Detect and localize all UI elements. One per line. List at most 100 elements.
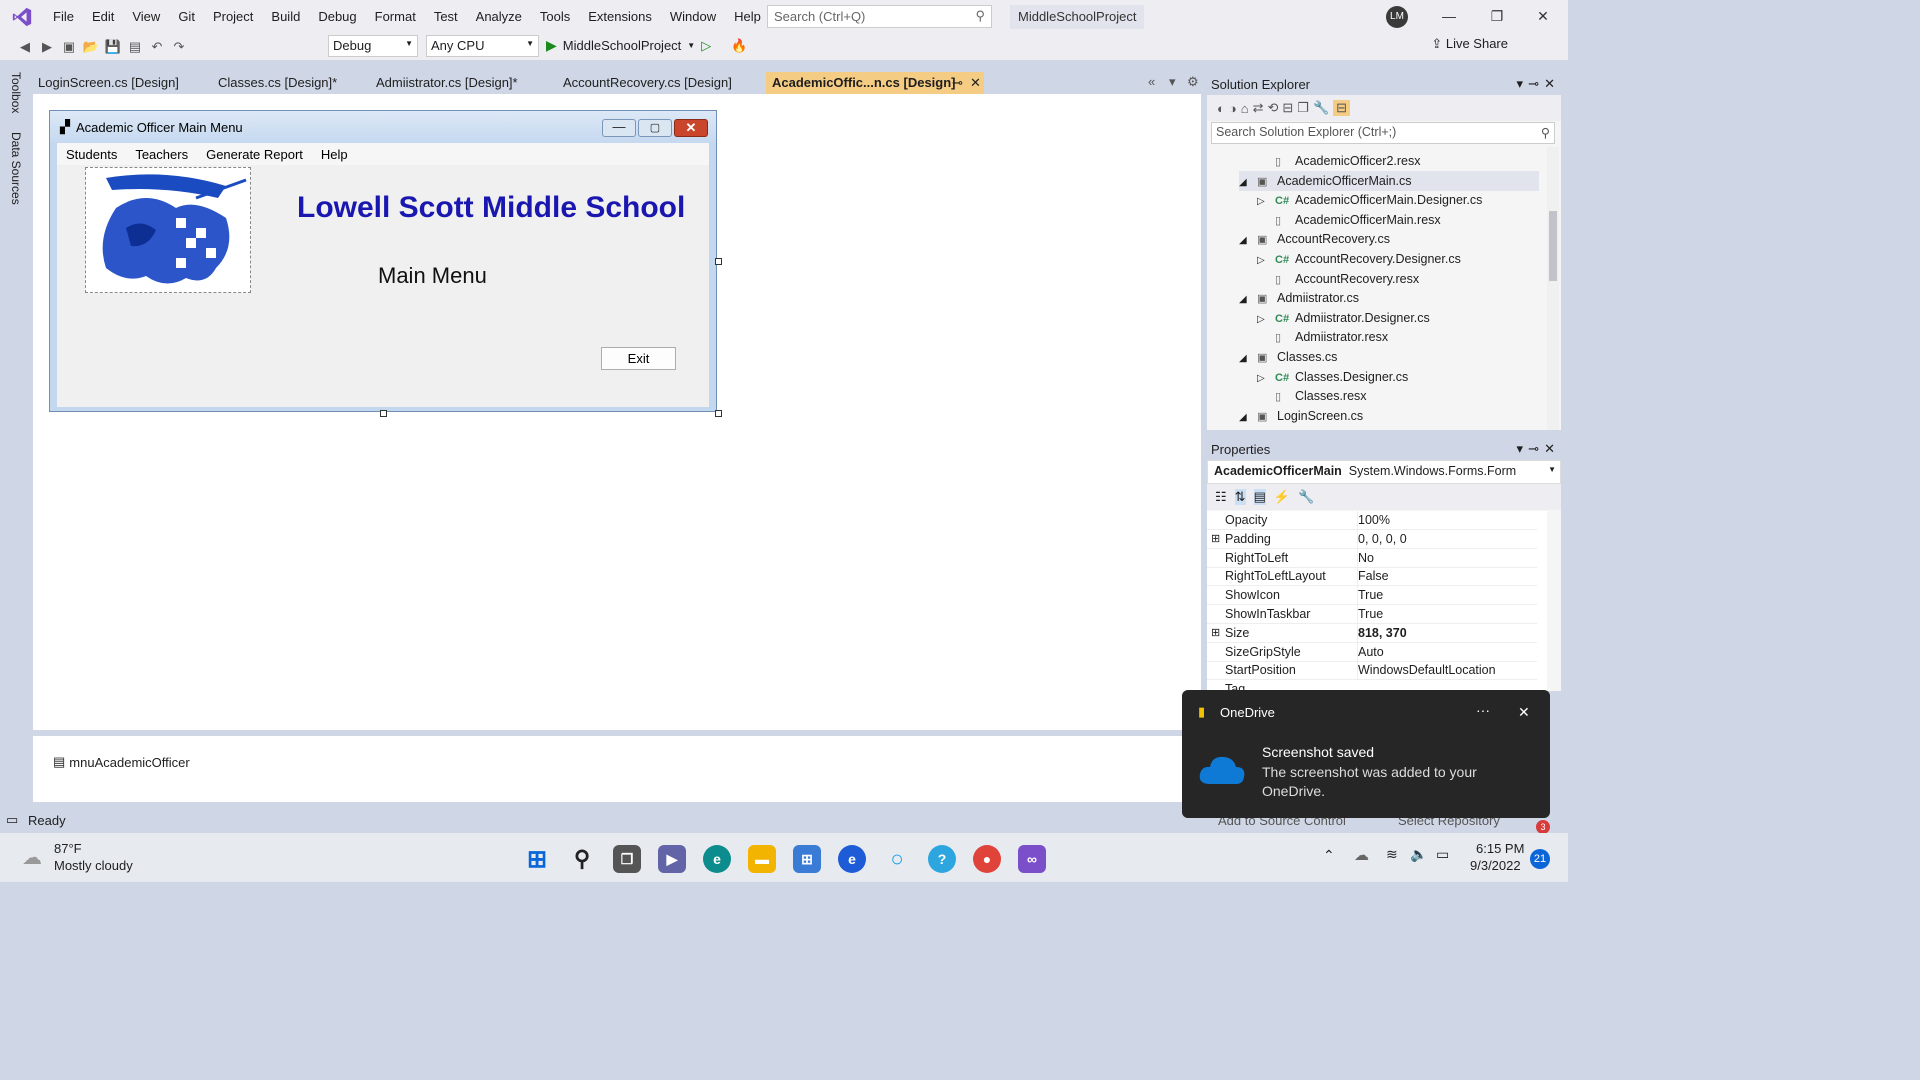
close-button[interactable]: ✕ xyxy=(1520,0,1566,33)
tree-item[interactable]: ▷ C# AccountRecovery.Designer.cs xyxy=(1257,249,1461,269)
properties-wrench-icon[interactable]: 🔧 xyxy=(1313,100,1329,116)
cortana-icon[interactable]: ○ xyxy=(883,845,911,873)
run-without-debug-icon[interactable]: ▷ xyxy=(701,38,711,54)
property-row[interactable]: ShowIcon True xyxy=(1207,586,1537,606)
save-icon[interactable]: 💾 xyxy=(102,36,124,58)
start-windows-icon[interactable]: ⊞ xyxy=(523,845,551,873)
minimize-button[interactable]: — xyxy=(1426,0,1472,33)
expanded-arrow-icon[interactable]: ◢ xyxy=(1239,349,1257,369)
clock-time[interactable]: 6:15 PM xyxy=(1476,841,1524,856)
property-row[interactable]: ⊞ Padding 0, 0, 0, 0 xyxy=(1207,529,1537,549)
clock-date[interactable]: 9/3/2022 xyxy=(1470,858,1521,873)
tab-academic-officer-main[interactable]: AcademicOffic...n.cs [Design] ⊸ ✕ xyxy=(766,72,984,94)
tray-item-menu-strip[interactable]: ▤ mnuAcademicOfficer xyxy=(53,754,190,770)
property-value[interactable]: 100% xyxy=(1357,511,1390,530)
close-toast-icon[interactable]: ✕ xyxy=(1518,704,1530,721)
property-value[interactable]: WindowsDefaultLocation xyxy=(1357,661,1496,681)
tree-item[interactable]: ◢ ▣ AcademicOfficerMain.cs xyxy=(1239,170,1539,191)
close-tab-icon[interactable]: ✕ xyxy=(970,72,981,94)
collapse-all-icon[interactable]: ⊟ xyxy=(1282,100,1293,116)
form-menu-teachers[interactable]: Teachers xyxy=(126,147,197,162)
tab-dropdown-icon[interactable]: ▾ xyxy=(1169,74,1176,90)
expand-icon[interactable]: ⊞ xyxy=(1211,530,1220,549)
tab-account-recovery[interactable]: AccountRecovery.cs [Design] xyxy=(557,72,766,94)
tree-item[interactable]: ▯ Classes.resx xyxy=(1257,386,1367,406)
maximize-button[interactable]: ❐ xyxy=(1474,0,1520,33)
tab-overflow-icon[interactable]: « xyxy=(1148,74,1155,89)
back-icon[interactable]: ◐ xyxy=(1217,101,1225,116)
weather-desc[interactable]: Mostly cloudy xyxy=(54,858,133,873)
more-options-icon[interactable]: ··· xyxy=(1476,702,1490,718)
menu-git[interactable]: Git xyxy=(169,0,204,33)
menu-format[interactable]: Format xyxy=(366,0,425,33)
property-value[interactable]: True xyxy=(1357,605,1383,624)
property-row[interactable]: SizeGripStyle Auto xyxy=(1207,642,1537,662)
menu-build[interactable]: Build xyxy=(262,0,309,33)
properties-icon[interactable]: ▤ xyxy=(1253,489,1266,505)
alphabetical-icon[interactable]: ⇅ xyxy=(1234,489,1246,505)
redo-icon[interactable]: ↷ xyxy=(168,36,190,58)
visual-studio-taskbar-icon[interactable]: ∞ xyxy=(1018,845,1046,873)
menu-analyze[interactable]: Analyze xyxy=(467,0,531,33)
tree-item[interactable]: ▷ C# Classes.Designer.cs xyxy=(1257,367,1408,387)
start-debug-button[interactable]: ▶ MiddleSchoolProject ▼ ▷ 🔥 xyxy=(546,37,747,54)
home-icon[interactable]: ⌂ xyxy=(1241,101,1249,116)
events-lightning-icon[interactable]: ⚡ xyxy=(1274,489,1290,505)
property-value[interactable]: 0, 0, 0, 0 xyxy=(1357,529,1407,549)
save-all-icon[interactable]: ▤ xyxy=(124,36,146,58)
platform-select[interactable]: Any CPU ▼ xyxy=(426,35,539,57)
menu-window[interactable]: Window xyxy=(661,0,725,33)
tree-item[interactable]: ◢ ▣ LoginScreen.cs xyxy=(1239,406,1363,426)
categorized-icon[interactable]: ☷ xyxy=(1215,489,1227,505)
avatar[interactable]: LM xyxy=(1386,6,1408,28)
menu-tools[interactable]: Tools xyxy=(531,0,579,33)
tree-item[interactable]: ▯ AccountRecovery.resx xyxy=(1257,269,1419,289)
menu-help[interactable]: Help xyxy=(725,0,770,33)
onedrive-tray-icon[interactable]: ☁ xyxy=(1354,846,1369,864)
property-row[interactable]: RightToLeft No xyxy=(1207,548,1537,568)
weather-cloud-icon[interactable]: ☁ xyxy=(22,845,42,870)
pin-icon[interactable]: ⊸ xyxy=(952,72,963,94)
tree-item[interactable]: ▷ C# Admiistrator.Designer.cs xyxy=(1257,308,1430,328)
task-view-icon[interactable]: ❐ xyxy=(613,845,641,873)
menu-extensions[interactable]: Extensions xyxy=(579,0,661,33)
tab-login-screen[interactable]: LoginScreen.cs [Design] xyxy=(32,72,212,94)
chrome-icon[interactable]: ● xyxy=(973,845,1001,873)
expanded-arrow-icon[interactable]: ◢ xyxy=(1239,231,1257,251)
tree-item[interactable]: ◢ ▣ Admiistrator.cs xyxy=(1239,288,1359,308)
history-icon[interactable]: ⟲ xyxy=(1267,100,1278,116)
resize-handle[interactable] xyxy=(715,258,722,265)
microsoft-store-icon[interactable]: ⊞ xyxy=(793,845,821,873)
live-share-button[interactable]: ⇪ Live Share xyxy=(1431,36,1508,52)
school-logo-picture[interactable] xyxy=(85,167,251,293)
form-menu-generate-report[interactable]: Generate Report xyxy=(197,147,312,162)
notification-count-badge[interactable]: 21 xyxy=(1530,849,1550,869)
teams-chat-icon[interactable]: ▶ xyxy=(658,845,686,873)
property-value[interactable]: True xyxy=(1357,586,1383,606)
wifi-icon[interactable]: ≋ xyxy=(1386,846,1398,863)
resize-handle[interactable] xyxy=(380,410,387,417)
weather-temp[interactable]: 87°F xyxy=(54,841,82,856)
search-input[interactable]: Search (Ctrl+Q) ⚲ xyxy=(767,5,992,28)
property-value[interactable]: No xyxy=(1357,548,1374,568)
expanded-arrow-icon[interactable]: ◢ xyxy=(1239,290,1257,310)
tree-item[interactable]: ◢ ▣ Classes.cs xyxy=(1239,347,1337,367)
solution-search-input[interactable]: Search Solution Explorer (Ctrl+;) ⚲ xyxy=(1211,122,1555,144)
resize-handle[interactable] xyxy=(715,410,722,417)
open-folder-icon[interactable]: 📂 xyxy=(80,36,102,58)
edge-browser-icon[interactable]: e xyxy=(703,845,731,873)
property-row[interactable]: ShowInTaskbar True xyxy=(1207,605,1537,624)
object-selector[interactable]: AcademicOfficerMain System.Windows.Forms… xyxy=(1207,460,1561,484)
menu-file[interactable]: File xyxy=(44,0,83,33)
tree-item[interactable]: ▷ C# AcademicOfficerMain.Designer.cs xyxy=(1257,190,1482,210)
property-row[interactable]: RightToLeftLayout False xyxy=(1207,567,1537,587)
visual-studio-logo-icon[interactable] xyxy=(0,0,44,33)
expanded-arrow-icon[interactable]: ◢ xyxy=(1239,408,1257,428)
data-sources-tab[interactable]: Data Sources xyxy=(9,132,23,205)
output-icon[interactable]: ▭ xyxy=(6,812,18,828)
search-icon[interactable]: ⚲ xyxy=(568,845,596,873)
menu-debug[interactable]: Debug xyxy=(309,0,365,33)
close-panel-icon[interactable]: ✕ xyxy=(1544,441,1555,457)
property-value[interactable]: False xyxy=(1357,567,1389,587)
chevron-up-icon[interactable]: ⌃ xyxy=(1323,847,1335,864)
